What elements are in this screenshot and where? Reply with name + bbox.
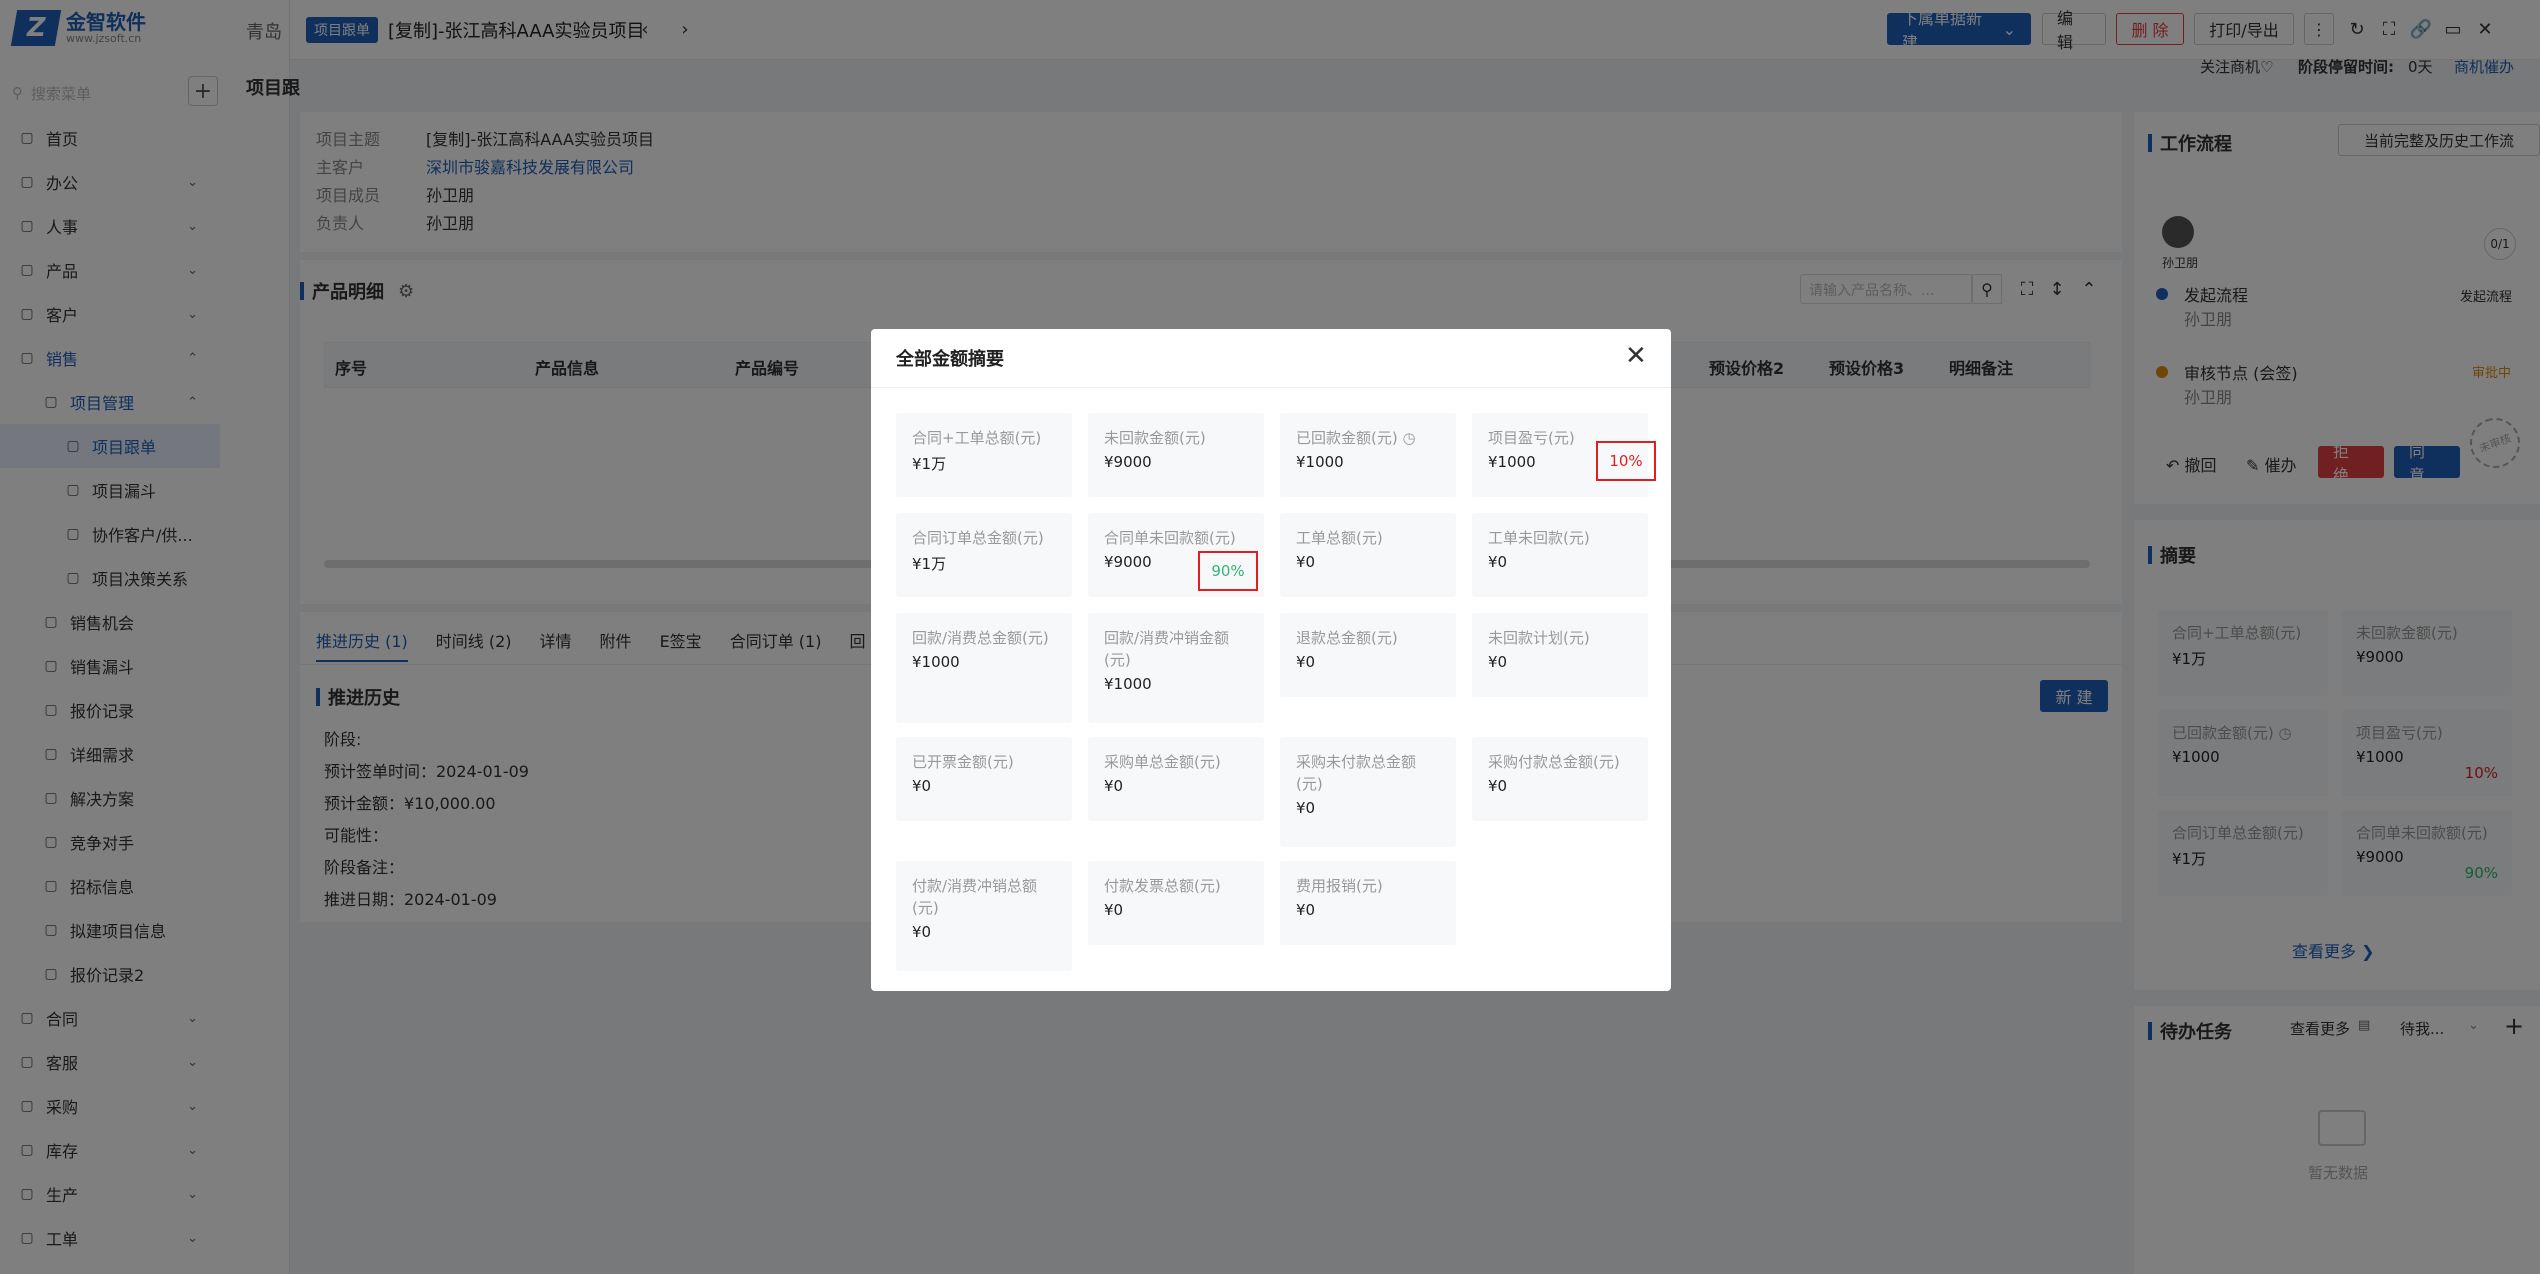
amount-card: 回款/消费冲销金额(元) ¥1000 <box>1088 613 1264 723</box>
amount-card-value: ¥1000 <box>912 653 960 671</box>
amount-card-value: ¥1000 <box>1296 453 1344 471</box>
amount-card-value: ¥1万 <box>912 555 947 573</box>
amount-card-label: 回款/消费总金额(元) <box>912 629 1049 647</box>
close-icon[interactable]: ✕ <box>1625 343 1647 369</box>
amount-card: 工单总额(元) ¥0 <box>1280 513 1456 597</box>
amount-card: 付款发票总额(元) ¥0 <box>1088 861 1264 945</box>
amount-card: 回款/消费总金额(元) ¥1000 <box>896 613 1072 723</box>
amount-card-label: 付款/消费冲销总额(元) <box>912 877 1038 917</box>
amount-card-value: ¥0 <box>1296 901 1316 919</box>
amount-card-label: 采购未付款总金额(元) <box>1296 753 1417 793</box>
amount-card: 费用报销(元) ¥0 <box>1280 861 1456 945</box>
amount-card-label: 未回款计划(元) <box>1488 629 1590 647</box>
amount-card: 合同+工单总额(元) ¥1万 <box>896 413 1072 497</box>
amount-card-value: ¥0 <box>1296 553 1316 571</box>
amount-card-label: 退款总金额(元) <box>1296 629 1398 647</box>
amount-card-value: ¥0 <box>912 777 932 795</box>
amount-card-label: 工单总额(元) <box>1296 529 1383 547</box>
amount-card-value: ¥1万 <box>912 455 947 473</box>
amount-card: 采购单总金额(元) ¥0 <box>1088 737 1264 821</box>
amount-card-value: ¥0 <box>1488 553 1508 571</box>
amount-card: 已开票金额(元) ¥0 <box>896 737 1072 821</box>
amount-card-label: 未回款金额(元) <box>1104 429 1206 447</box>
amount-card-value: ¥0 <box>1488 777 1508 795</box>
amount-card-value: ¥0 <box>912 923 932 941</box>
amount-card-value: ¥9000 <box>1104 453 1152 471</box>
amount-card-label: 费用报销(元) <box>1296 877 1383 895</box>
amount-card-label: 工单未回款(元) <box>1488 529 1590 547</box>
percent-highlight: 90% <box>1198 551 1258 591</box>
amount-card-value: ¥0 <box>1296 653 1316 671</box>
amount-card: 采购未付款总金额(元) ¥0 <box>1280 737 1456 847</box>
amount-card: 合同订单总金额(元) ¥1万 <box>896 513 1072 597</box>
modal-title: 全部金额摘要 <box>896 349 1004 370</box>
amount-card-label: 回款/消费冲销金额(元) <box>1104 629 1230 669</box>
amount-card: 工单未回款(元) ¥0 <box>1472 513 1648 597</box>
amount-card-value: ¥1000 <box>1104 675 1152 693</box>
amount-card: 付款/消费冲销总额(元) ¥0 <box>896 861 1072 971</box>
amount-card-value: ¥0 <box>1488 653 1508 671</box>
amount-card-label: 合同+工单总额(元) <box>912 429 1042 447</box>
amount-card-label: 已开票金额(元) <box>912 753 1014 771</box>
amount-card-label: 合同订单总金额(元) <box>912 529 1044 547</box>
amount-card: 已回款金额(元) ◷ ¥1000 <box>1280 413 1456 497</box>
amount-summary-modal: 全部金额摘要 ✕ 合同+工单总额(元) ¥1万 未回款金额(元) ¥9000 已回款金额… <box>871 329 1671 991</box>
amount-card-value: ¥0 <box>1104 901 1124 919</box>
amount-card-label: 已回款金额(元) ◷ <box>1296 429 1416 447</box>
amount-card-label: 采购单总金额(元) <box>1104 753 1221 771</box>
amount-card: 退款总金额(元) ¥0 <box>1280 613 1456 697</box>
amount-card: 采购付款总金额(元) ¥0 <box>1472 737 1648 821</box>
amount-card: 未回款计划(元) ¥0 <box>1472 613 1648 697</box>
amount-card-label: 合同单未回款额(元) <box>1104 529 1236 547</box>
amount-card-value: ¥0 <box>1296 799 1316 817</box>
amount-card: 未回款金额(元) ¥9000 <box>1088 413 1264 497</box>
amount-card-value: ¥0 <box>1104 777 1124 795</box>
amount-card-label: 付款发票总额(元) <box>1104 877 1221 895</box>
amount-card-label: 采购付款总金额(元) <box>1488 753 1620 771</box>
percent-highlight: 10% <box>1596 441 1656 481</box>
